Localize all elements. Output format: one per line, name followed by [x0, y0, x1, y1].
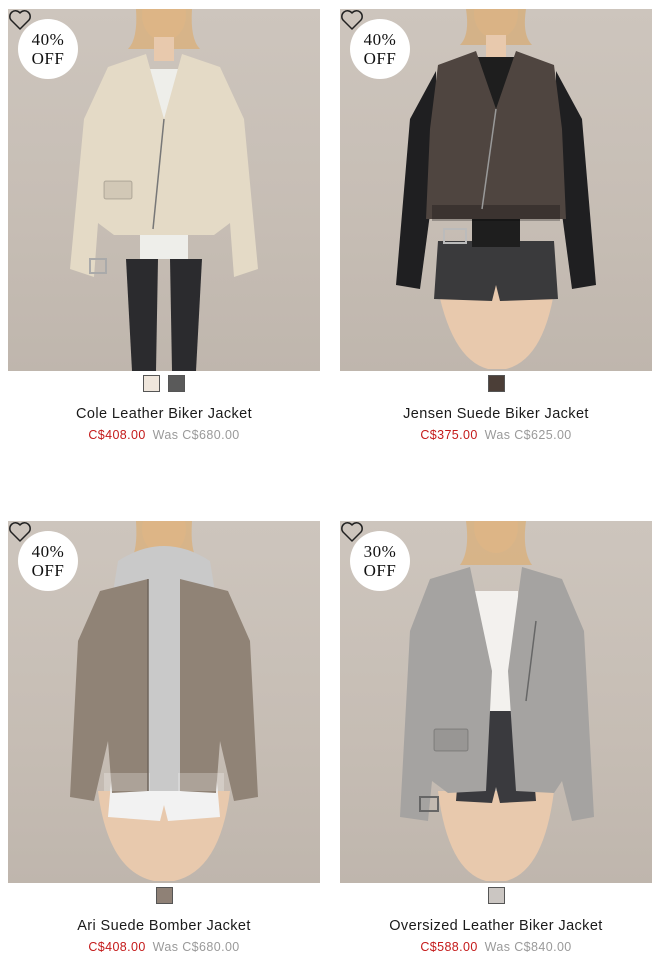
product-image[interactable]: 40% OFF: [340, 9, 652, 371]
product-name[interactable]: Ari Suede Bomber Jacket: [8, 918, 320, 934]
product-price: C$408.00 Was C$680.00: [8, 940, 320, 954]
color-swatch[interactable]: [155, 887, 173, 904]
was-price: C$680.00: [182, 428, 240, 442]
was-label: Was: [152, 940, 179, 954]
product-card: 40% OFF Cole Leather Biker Jacket C$408.…: [8, 9, 320, 442]
heart-icon[interactable]: [8, 9, 32, 31]
heart-icon[interactable]: [8, 521, 32, 543]
was-label: Was: [484, 940, 511, 954]
sale-price: C$408.00: [88, 428, 146, 442]
was-price: C$625.00: [514, 428, 572, 442]
color-swatches: [340, 375, 652, 395]
color-swatches: [8, 375, 320, 395]
color-swatch[interactable]: [168, 375, 185, 392]
product-name[interactable]: Cole Leather Biker Jacket: [8, 406, 320, 422]
product-name[interactable]: Oversized Leather Biker Jacket: [340, 918, 652, 934]
color-swatches: [8, 887, 320, 907]
heart-icon[interactable]: [340, 9, 364, 31]
product-image[interactable]: 30% OFF: [340, 521, 652, 883]
color-swatches: [340, 887, 652, 907]
was-label: Was: [152, 428, 179, 442]
color-swatch[interactable]: [143, 375, 160, 392]
product-image[interactable]: 40% OFF: [8, 9, 320, 371]
product-price: C$408.00 Was C$680.00: [8, 428, 320, 442]
product-card: 30% OFF Oversized Leather Biker Jacket C…: [340, 521, 652, 954]
discount-off-label: OFF: [31, 561, 65, 580]
was-label: Was: [484, 428, 511, 442]
discount-off-label: OFF: [31, 49, 65, 68]
product-name[interactable]: Jensen Suede Biker Jacket: [340, 406, 652, 422]
sale-price: C$375.00: [420, 428, 478, 442]
discount-off-label: OFF: [363, 49, 397, 68]
sale-price: C$408.00: [88, 940, 146, 954]
discount-percent: 30%: [363, 542, 397, 561]
discount-off-label: OFF: [363, 561, 397, 580]
product-price: C$375.00 Was C$625.00: [340, 428, 652, 442]
pants: [126, 259, 158, 371]
was-price: C$840.00: [514, 940, 572, 954]
product-card: 40% OFF Jensen Suede Biker Jacket C$375.…: [340, 9, 652, 442]
discount-percent: 40%: [363, 30, 397, 49]
product-card: 40% OFF Ari Suede Bomber Jacket C$408.00…: [8, 521, 320, 954]
heart-icon[interactable]: [340, 521, 364, 543]
product-price: C$588.00 Was C$840.00: [340, 940, 652, 954]
product-image[interactable]: 40% OFF: [8, 521, 320, 883]
was-price: C$680.00: [182, 940, 240, 954]
discount-percent: 40%: [31, 30, 65, 49]
discount-percent: 40%: [31, 542, 65, 561]
sale-price: C$588.00: [420, 940, 478, 954]
color-swatch[interactable]: [487, 375, 505, 392]
color-swatch[interactable]: [487, 887, 505, 904]
